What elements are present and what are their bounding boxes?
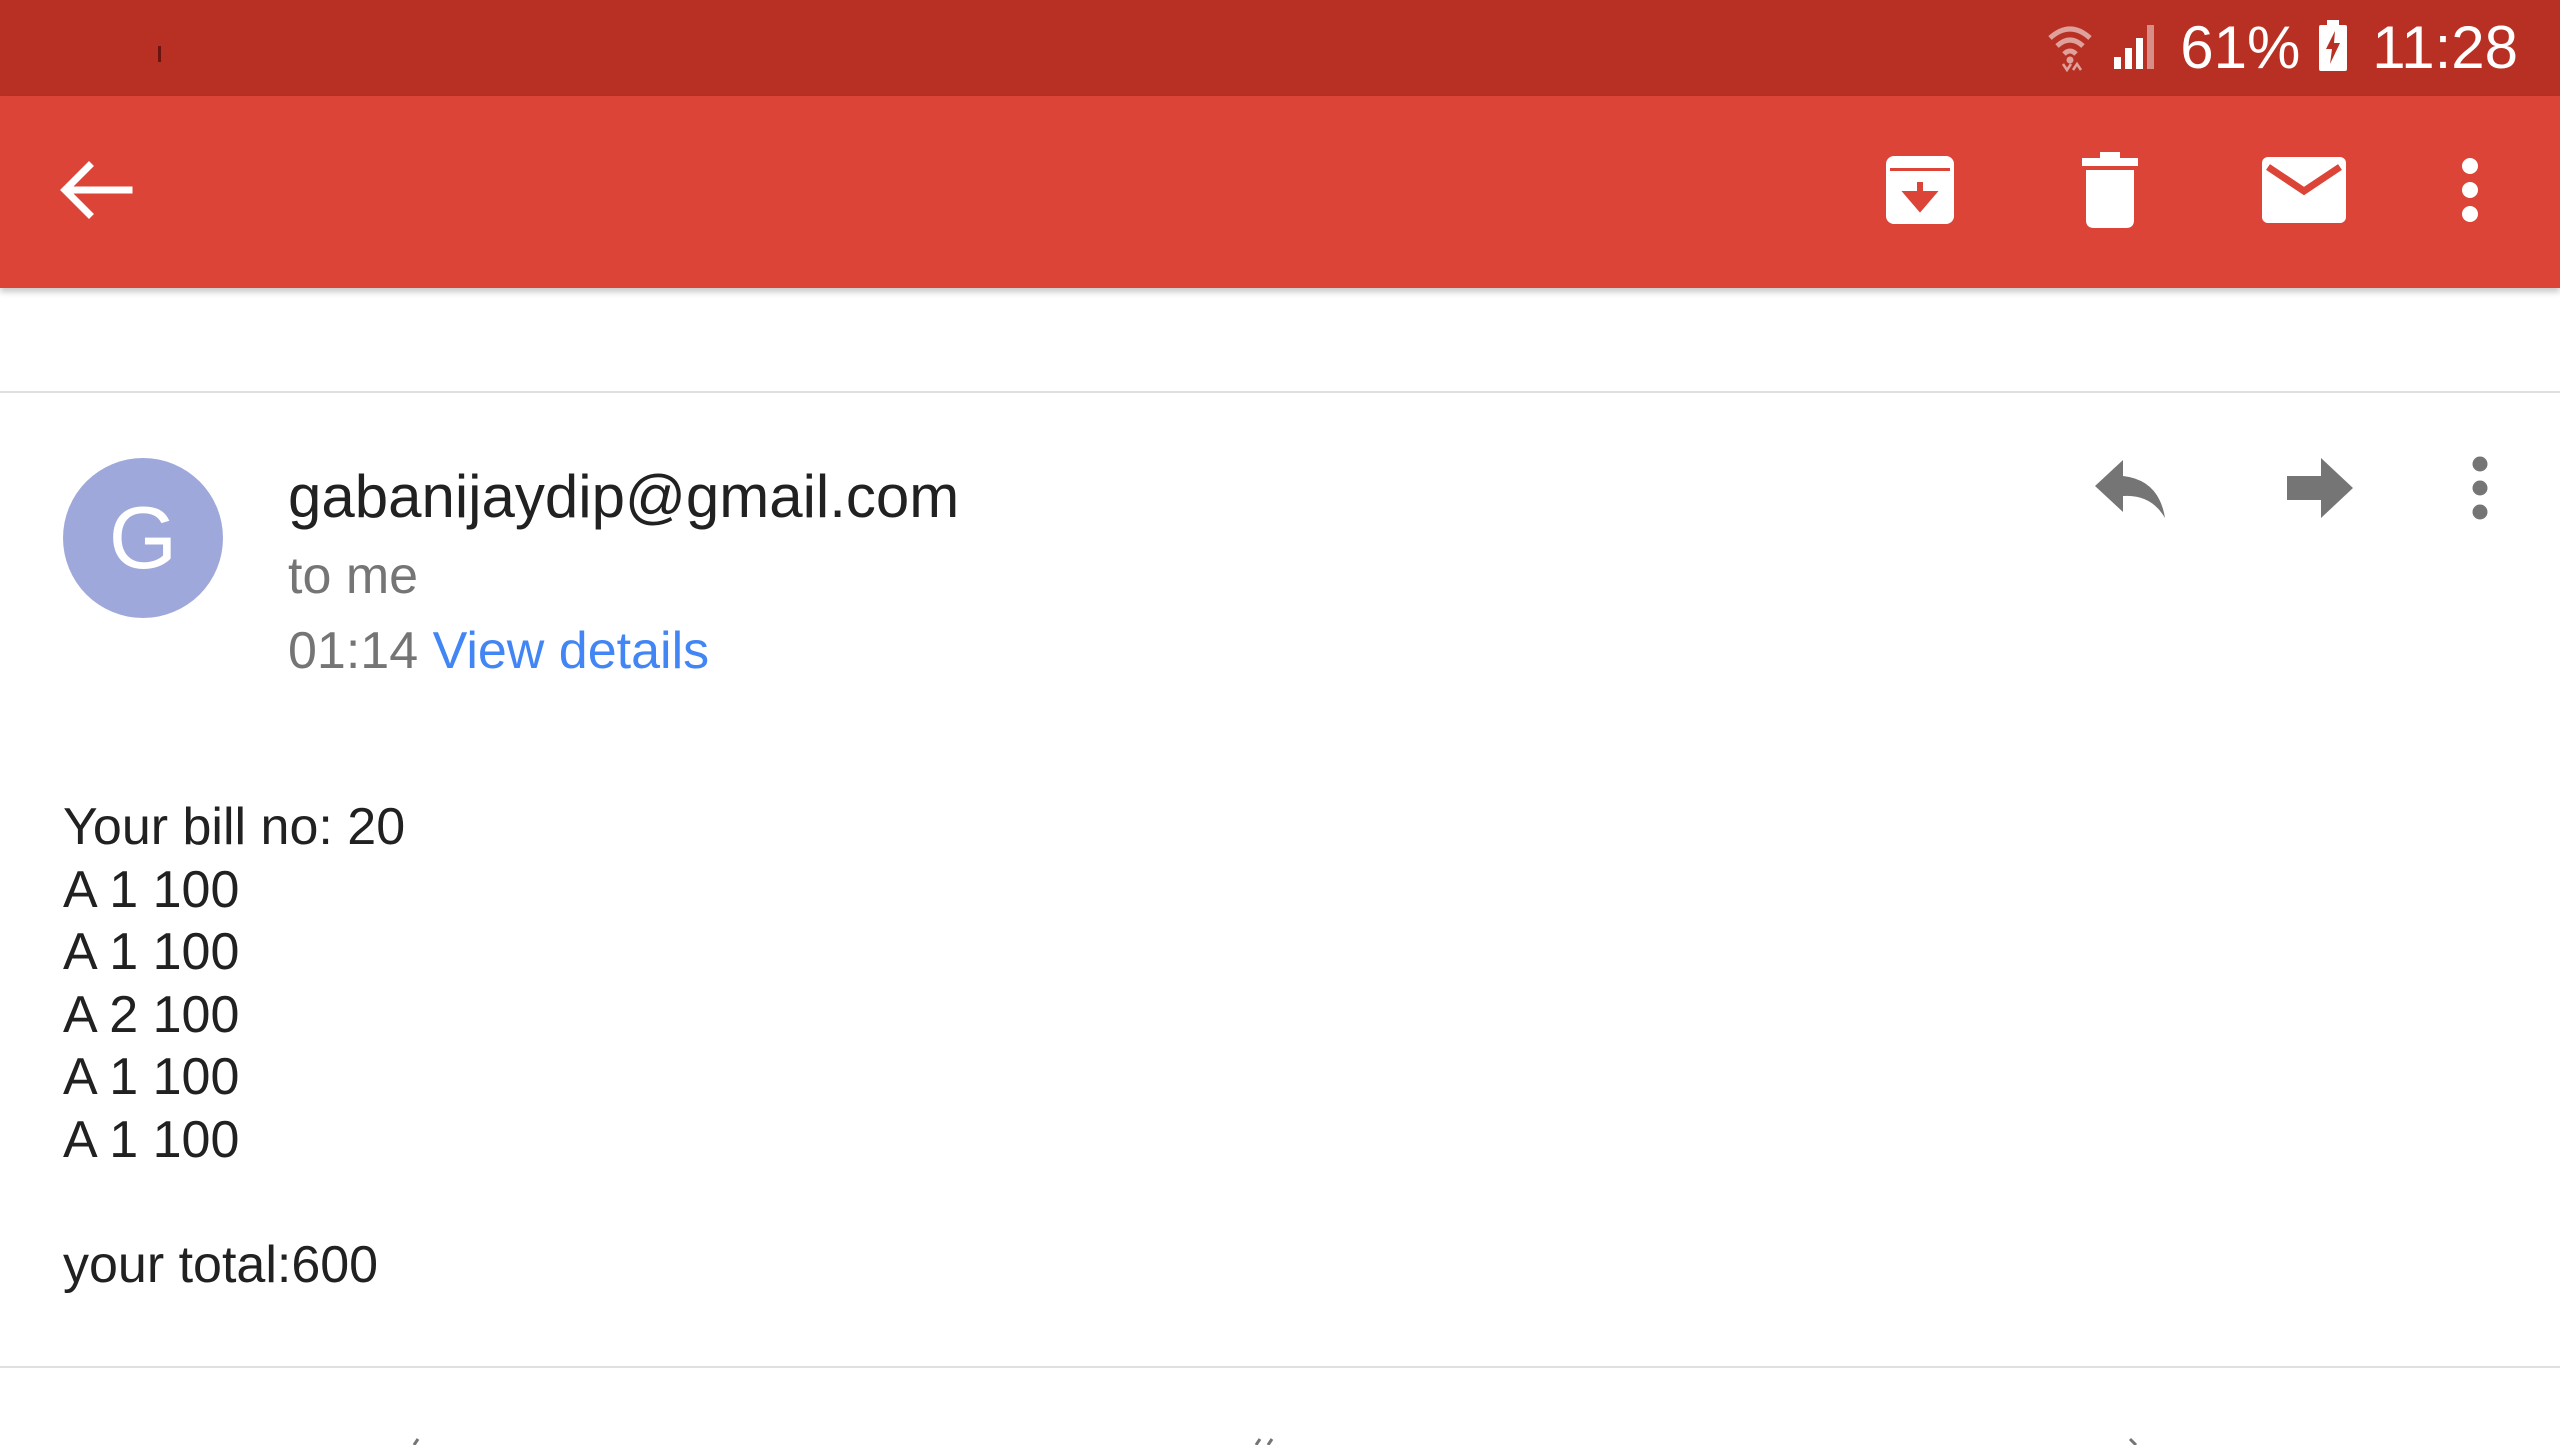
message-time: 01:14 (288, 622, 419, 680)
divider (0, 1366, 2560, 1368)
recipient-label: to me (288, 547, 419, 605)
message-more-button[interactable] (2460, 450, 2500, 530)
forward-button[interactable] (2270, 450, 2370, 530)
status-notification-mark (158, 46, 161, 62)
total-line: your total:600 (63, 1236, 379, 1295)
archive-icon (1882, 152, 1958, 233)
message-body: Your bill no: 20 A 1 100 A 1 100 A 2 100… (63, 796, 405, 1297)
battery-percent: 61% (2180, 14, 2301, 81)
trash-icon (2080, 151, 2140, 233)
signal-icon (2112, 21, 2162, 76)
status-time: 11:28 (2372, 14, 2518, 81)
back-arrow-icon (57, 160, 133, 225)
bill-item: A 1 100 (63, 860, 240, 919)
more-vert-icon (2471, 456, 2489, 525)
mark-unread-button[interactable] (2254, 152, 2354, 232)
reply-icon (2093, 458, 2167, 523)
partial-icon (1254, 1432, 1276, 1446)
sender-email: gabanijaydip@gmail.com (288, 463, 960, 530)
partial-icon (412, 1432, 422, 1446)
status-bar: 61% 11:28 (0, 0, 2560, 96)
forward-icon (2287, 457, 2353, 523)
battery-charging-icon (2318, 19, 2348, 77)
partial-icon (2128, 1432, 2138, 1447)
message-meta: 01:14 View details (288, 621, 709, 681)
back-button[interactable] (40, 152, 150, 232)
bill-item: A 1 100 (63, 923, 240, 982)
bill-item: A 2 100 (63, 985, 240, 1044)
app-bar (0, 96, 2560, 288)
subject-area (0, 288, 2560, 393)
reply-button[interactable] (2080, 450, 2180, 530)
archive-button[interactable] (1870, 152, 1970, 232)
bill-number-line: Your bill no: 20 (63, 798, 406, 856)
toolbar-more-button[interactable] (2440, 152, 2500, 232)
bill-item: A 1 100 (63, 1110, 240, 1169)
wifi-icon (2046, 18, 2094, 79)
mail-icon (2262, 156, 2346, 228)
bill-item: A 1 100 (63, 1048, 240, 1107)
view-details-link[interactable]: View details (433, 622, 710, 680)
avatar[interactable]: G (63, 458, 223, 618)
more-vert-icon (2460, 157, 2480, 228)
status-indicators: 61% 11:28 (2046, 0, 2518, 96)
delete-button[interactable] (2060, 151, 2160, 233)
